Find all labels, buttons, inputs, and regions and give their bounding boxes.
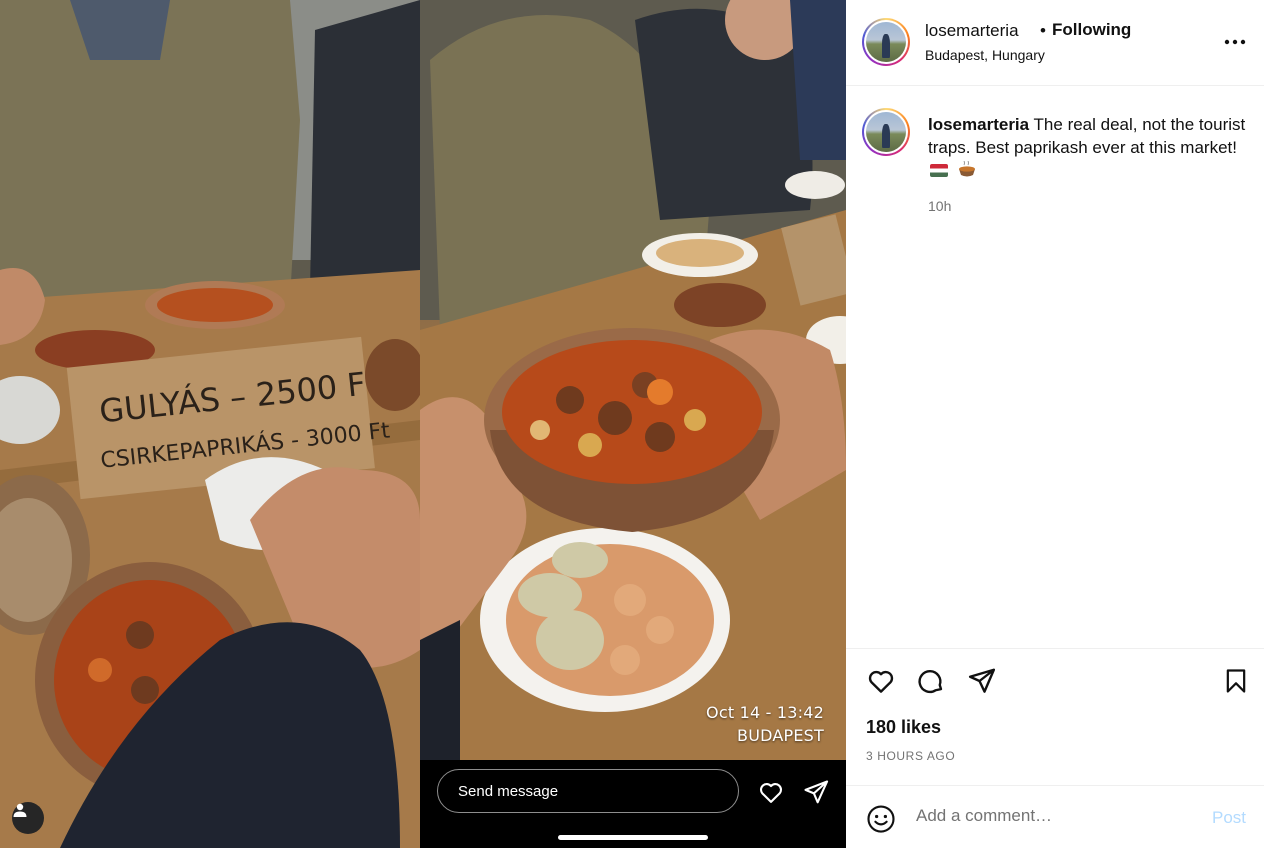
heart-icon[interactable] <box>865 666 897 696</box>
stew-bowl-emoji <box>958 161 975 177</box>
post-age: 3 HOURS AGO <box>866 749 956 763</box>
comment-row: Post <box>846 785 1264 848</box>
stew-bowl-illustration <box>420 0 846 760</box>
following-button[interactable]: Following <box>1052 20 1131 40</box>
post-caption: losemarteria The real deal, not the tour… <box>928 113 1248 182</box>
post-actions: 180 likes 3 HOURS AGO Post <box>846 648 1264 848</box>
heart-icon[interactable] <box>757 778 785 806</box>
caption-timestamp: 10h <box>928 198 952 214</box>
avatar-image <box>866 112 906 152</box>
bookmark-icon[interactable] <box>1222 666 1250 696</box>
story-viewer: Oct 14 - 13:42 BUDAPEST Send message <box>420 0 846 848</box>
post-detail-panel: losemarteria • Following Budapest, Hunga… <box>846 0 1264 848</box>
story-date-stamp: Oct 14 - 13:42 <box>706 703 824 722</box>
more-horizontal-icon[interactable] <box>1224 38 1246 46</box>
share-icon[interactable] <box>966 666 998 696</box>
add-comment-input[interactable] <box>916 806 1196 826</box>
hungary-flag-emoji <box>930 164 948 177</box>
avatar-frame <box>864 110 908 154</box>
comment-icon[interactable] <box>915 666 947 696</box>
header-username[interactable]: losemarteria <box>925 21 1019 41</box>
send-message-input[interactable]: Send message <box>437 769 739 813</box>
user-icon-button[interactable] <box>12 802 44 834</box>
post-header: losemarteria • Following Budapest, Hunga… <box>846 0 1264 86</box>
market-table-illustration: GULYÁS – 2500 Ft CSIRKEPAPRIKÁS - 3000 F… <box>0 0 420 848</box>
avatar-frame <box>864 20 908 64</box>
header-location[interactable]: Budapest, Hungary <box>925 47 1045 63</box>
home-indicator <box>558 835 708 840</box>
left-post-photo: GULYÁS – 2500 Ft CSIRKEPAPRIKÁS - 3000 F… <box>0 0 420 848</box>
likes-count[interactable]: 180 likes <box>866 717 941 738</box>
story-reply-bar: Send message <box>420 760 846 848</box>
caption-avatar[interactable] <box>862 108 910 156</box>
story-city-stamp: BUDAPEST <box>737 726 824 745</box>
caption-username[interactable]: losemarteria <box>928 115 1029 134</box>
avatar-image <box>866 22 906 62</box>
story-photo: Oct 14 - 13:42 BUDAPEST <box>420 0 846 760</box>
post-comment-button[interactable]: Post <box>1212 808 1246 828</box>
user-icon <box>13 803 27 817</box>
send-message-placeholder: Send message <box>458 782 559 800</box>
header-separator: • <box>1040 21 1046 40</box>
send-icon[interactable] <box>802 778 830 806</box>
emoji-smile-icon[interactable] <box>866 804 896 834</box>
header-avatar[interactable] <box>862 18 910 66</box>
